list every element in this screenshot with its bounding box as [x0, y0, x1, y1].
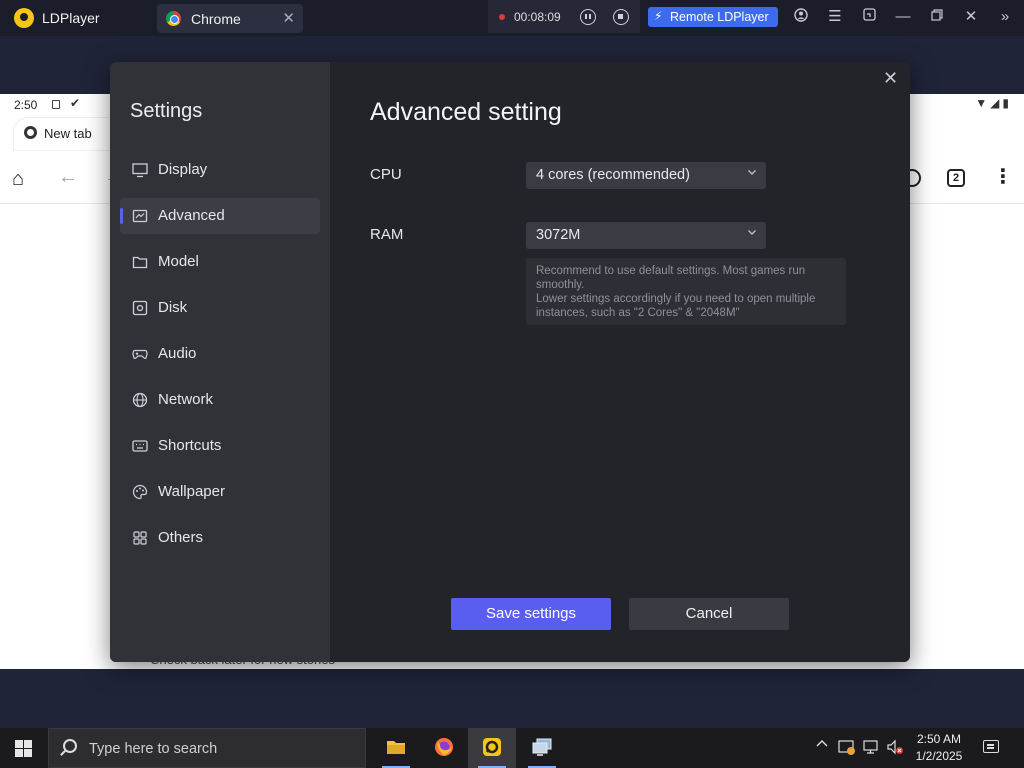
tab-close-button[interactable]: ✕ — [282, 9, 295, 27]
ldplayer-taskbar-button[interactable] — [468, 728, 516, 768]
cancel-button[interactable]: Cancel — [629, 598, 789, 630]
sidebar-item-model[interactable]: Model — [120, 244, 320, 280]
lightning-icon: ⚡ — [654, 9, 663, 23]
remote-desktop-icon — [532, 738, 552, 756]
chrome-icon — [166, 11, 181, 26]
hint-text: Recommend to use default settings. Most … — [536, 264, 840, 320]
hint-line-2: Lower settings accordingly if you need t… — [536, 293, 816, 319]
minimize-button[interactable]: — — [894, 8, 912, 26]
hint-line-1: Recommend to use default settings. Most … — [536, 265, 806, 291]
notification-center-icon[interactable] — [983, 740, 999, 753]
chip-icon — [132, 209, 148, 223]
taskbar-clock-time[interactable]: 2:50 AM — [910, 732, 968, 746]
chevron-down-icon — [746, 166, 758, 178]
windows-start-icon[interactable] — [15, 740, 32, 757]
ldplayer-logo-icon — [14, 8, 34, 28]
cpu-label: CPU — [370, 166, 402, 183]
disk-icon — [132, 300, 148, 316]
sidebar-item-label: Network — [158, 391, 214, 408]
home-icon[interactable]: ⌂ — [12, 168, 24, 191]
back-arrow-icon[interactable]: ← — [58, 166, 78, 189]
ram-select[interactable]: 3072M — [526, 222, 766, 249]
file-explorer-button[interactable] — [372, 728, 420, 768]
grid-icon — [133, 531, 147, 545]
settings-sidebar: Settings Display Advanced Model Disk Aud… — [110, 62, 330, 662]
tab-switcher-button[interactable]: 2 — [947, 169, 965, 187]
taskbar-clock-date[interactable]: 1/2/2025 — [910, 749, 968, 763]
sidebar-item-audio[interactable]: Audio — [120, 336, 320, 372]
ram-label: RAM — [370, 226, 404, 243]
cpu-select-value: 4 cores (recommended) — [536, 167, 690, 183]
recording-controls: 00:08:09 — [488, 0, 640, 33]
android-status-time: 2:50 — [14, 98, 38, 112]
sidebar-item-label: Others — [158, 529, 204, 546]
sidebar-item-label: Disk — [158, 299, 188, 316]
chrome-tab-label: New tab — [44, 126, 92, 141]
settings-title: Settings — [130, 100, 203, 122]
expand-sidebar-icon[interactable]: » — [996, 8, 1014, 26]
ram-select-value: 3072M — [536, 227, 581, 243]
search-placeholder: Type here to search — [89, 741, 218, 757]
multi-window-icon[interactable] — [860, 8, 878, 26]
search-icon — [63, 739, 77, 753]
recording-dot-icon — [499, 14, 505, 20]
palette-icon — [132, 484, 148, 500]
firefox-icon — [435, 738, 453, 756]
sidebar-item-advanced[interactable]: Advanced — [120, 198, 320, 234]
recording-time: 00:08:09 — [514, 10, 561, 24]
menu-icon[interactable]: ☰ — [826, 8, 844, 26]
remote-ldplayer-label: Remote LDPlayer — [670, 10, 769, 24]
volume-muted-icon[interactable] — [886, 738, 904, 759]
gamepad-icon — [132, 349, 148, 359]
sidebar-item-disk[interactable]: Disk — [120, 290, 320, 326]
sidebar-item-network[interactable]: Network — [120, 382, 320, 418]
close-window-button[interactable]: ✕ — [962, 8, 980, 26]
remote-ldplayer-button[interactable]: ⚡ Remote LDPlayer — [648, 7, 778, 27]
restore-button[interactable] — [928, 8, 946, 26]
ldplayer-icon — [483, 738, 501, 756]
account-icon[interactable] — [792, 8, 810, 26]
page-title: Advanced setting — [370, 98, 562, 126]
tab-label: Chrome — [191, 11, 241, 27]
cpu-select[interactable]: 4 cores (recommended) — [526, 162, 766, 189]
app-title: LDPlayer — [42, 10, 100, 26]
more-options-icon[interactable]: ⋮ — [993, 164, 1013, 189]
folder-icon — [387, 741, 405, 754]
status-notification-icon — [52, 100, 60, 109]
sidebar-item-label: Advanced — [158, 207, 225, 224]
sidebar-item-wallpaper[interactable]: Wallpaper — [120, 474, 320, 510]
keyboard-icon — [132, 440, 148, 452]
sidebar-item-display[interactable]: Display — [120, 152, 320, 188]
update-tray-icon[interactable] — [838, 738, 856, 759]
stop-recording-button[interactable] — [613, 9, 629, 25]
remote-desktop-button[interactable] — [518, 728, 566, 768]
sidebar-item-label: Audio — [158, 345, 197, 362]
taskbar-search-box[interactable]: Type here to search — [48, 728, 366, 768]
sidebar-item-label: Display — [158, 161, 208, 178]
save-settings-button[interactable]: Save settings — [451, 598, 611, 630]
firefox-button[interactable] — [420, 728, 468, 768]
sidebar-item-label: Wallpaper — [158, 483, 225, 500]
windows-taskbar: Type here to search 2:50 AM 1/2/2025 — [0, 728, 1024, 768]
settings-hint: Recommend to use default settings. Most … — [526, 258, 846, 325]
globe-icon — [132, 392, 148, 408]
sidebar-item-shortcuts[interactable]: Shortcuts — [120, 428, 320, 464]
network-icon[interactable] — [862, 738, 880, 759]
chrome-icon — [24, 126, 37, 139]
chevron-down-icon — [746, 226, 758, 238]
pause-recording-button[interactable] — [580, 9, 596, 25]
ldplayer-titlebar: LDPlayer Chrome ✕ 00:08:09 ⚡ Remote LDPl… — [0, 0, 1024, 36]
show-hidden-icons-button[interactable] — [816, 738, 828, 753]
status-signal-icons: ▼◢▮ — [975, 96, 1012, 110]
close-dialog-button[interactable]: ✕ — [883, 68, 898, 89]
tab-chrome[interactable]: Chrome ✕ — [157, 4, 303, 33]
monitor-icon — [132, 163, 148, 178]
folder-icon — [132, 256, 148, 269]
sidebar-item-others[interactable]: Others — [120, 520, 320, 556]
settings-dialog: Settings Display Advanced Model Disk Aud… — [110, 62, 910, 662]
sidebar-item-label: Model — [158, 253, 199, 270]
sidebar-item-label: Shortcuts — [158, 437, 222, 454]
status-check-icon: ✔ — [70, 96, 81, 110]
